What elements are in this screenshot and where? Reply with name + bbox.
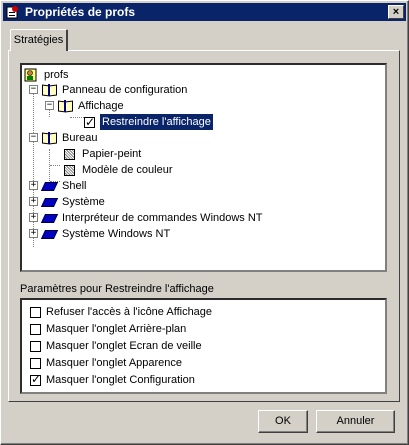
option-checkbox[interactable]	[30, 323, 41, 335]
tree-item-label: Système Windows NT	[62, 228, 171, 240]
option-checkbox[interactable]	[30, 306, 41, 318]
option-checkbox[interactable]	[30, 340, 41, 352]
expand-toggle[interactable]: +	[29, 213, 38, 222]
tree-item-label: Bureau	[62, 132, 98, 144]
tree-root[interactable]: profs	[24, 67, 70, 83]
tree-item-label: Restreindre l'affichage	[99, 113, 214, 131]
tree-item-label: Papier-peint	[82, 148, 142, 160]
collapse-toggle[interactable]: −	[29, 133, 38, 142]
title-bar[interactable]: Propriétés de profs ×	[3, 3, 406, 21]
close-button[interactable]: ×	[388, 5, 404, 19]
tree-root-label: profs	[44, 69, 69, 81]
closed-book-icon	[40, 196, 59, 208]
params-panel: Refuser l'accès à l'icône Affichage Masq…	[20, 298, 387, 394]
tab-strategies[interactable]: Stratégies	[10, 29, 68, 51]
policy-checkbox[interactable]	[64, 164, 75, 176]
tree-item-shell[interactable]: Shell	[40, 178, 88, 194]
expand-toggle[interactable]: +	[29, 181, 38, 190]
open-book-icon	[58, 100, 73, 113]
params-heading: Paramètres pour Restreindre l'affichage	[20, 283, 214, 295]
user-icon	[24, 68, 38, 82]
option-label: Refuser l'accès à l'icône Affichage	[46, 306, 213, 318]
tree-item-modele-couleur[interactable]: Modèle de couleur	[64, 162, 175, 178]
tree-item-bureau[interactable]: Bureau	[42, 130, 99, 146]
ok-button[interactable]: OK	[258, 410, 308, 433]
tree-item-restreindre[interactable]: Restreindre l'affichage	[84, 113, 214, 131]
closed-book-icon	[40, 180, 59, 192]
tree-item-systeme-nt[interactable]: Système Windows NT	[40, 226, 172, 242]
tree-item-affichage[interactable]: Affichage	[58, 98, 126, 114]
tree-item-label: Modèle de couleur	[82, 164, 173, 176]
policy-checkbox[interactable]	[84, 114, 95, 130]
tree-item-label: Panneau de configuration	[62, 84, 188, 96]
cancel-button[interactable]: Annuler	[316, 410, 395, 433]
tree-item-interpreteur[interactable]: Interpréteur de commandes Windows NT	[40, 210, 265, 226]
option-label: Masquer l'onglet Ecran de veille	[46, 340, 202, 352]
option-row[interactable]: Masquer l'onglet Apparence	[30, 355, 182, 371]
expand-toggle[interactable]: +	[29, 229, 38, 238]
policy-checkbox[interactable]	[64, 148, 75, 160]
option-row[interactable]: Refuser l'accès à l'icône Affichage	[30, 304, 212, 320]
option-row[interactable]: Masquer l'onglet Arrière-plan	[30, 321, 186, 337]
open-book-icon	[42, 132, 57, 145]
open-book-icon	[42, 84, 57, 97]
tree-item-panneau[interactable]: Panneau de configuration	[42, 82, 189, 98]
option-checkbox[interactable]	[30, 357, 41, 369]
collapse-toggle[interactable]: −	[45, 101, 54, 110]
window-title: Propriétés de profs	[25, 5, 136, 19]
option-row[interactable]: Masquer l'onglet Configuration	[30, 372, 195, 388]
option-label: Masquer l'onglet Apparence	[46, 357, 183, 369]
policy-editor-icon	[5, 4, 21, 20]
tree-item-label: Système	[62, 196, 105, 208]
tree-item-label: Interpréteur de commandes Windows NT	[62, 212, 263, 224]
option-checkbox[interactable]	[30, 372, 41, 386]
expand-toggle[interactable]: +	[29, 197, 38, 206]
tree-item-label: Affichage	[78, 100, 124, 112]
tree-item-systeme[interactable]: Système	[40, 194, 107, 210]
option-label: Masquer l'onglet Arrière-plan	[46, 323, 187, 335]
option-label: Masquer l'onglet Configuration	[46, 374, 195, 386]
tree-item-label: Shell	[62, 180, 87, 192]
policy-tree[interactable]: profs − Panneau de configuration − Affic…	[20, 63, 387, 272]
closed-book-icon	[40, 228, 59, 240]
tree-item-papier-peint[interactable]: Papier-peint	[64, 146, 143, 162]
collapse-toggle[interactable]: −	[29, 85, 38, 94]
closed-book-icon	[40, 212, 59, 224]
option-row[interactable]: Masquer l'onglet Ecran de veille	[30, 338, 202, 354]
